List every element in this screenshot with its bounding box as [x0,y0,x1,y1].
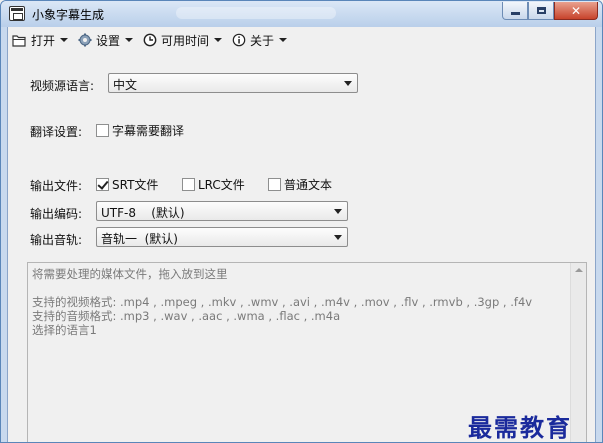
main-panel: 打开 设置 可用时间 关于 视频源语言: 中文 翻译设置: 字幕需要翻译 输出文… [7,27,596,442]
lrc-file-checkbox[interactable]: LRC文件 [182,176,245,193]
output-track-select[interactable]: 音轨一 (默认) [96,227,348,247]
gear-icon [78,33,92,47]
info-icon [232,33,246,47]
source-language-value: 中文 [113,78,138,92]
srt-file-label: SRT文件 [112,178,159,192]
selected-language-text: 选择的语言1 [32,323,97,337]
chevron-down-icon [344,81,352,86]
chevron-down-icon [279,38,288,42]
media-drop-area[interactable]: 将需要处理的媒体文件，拖入放到这里 支持的视频格式: .mp4 , .mpeg … [27,262,587,442]
drop-hint: 将需要处理的媒体文件，拖入放到这里 [32,267,228,281]
menu-available-time-label: 可用时间 [161,33,210,48]
app-icon [9,6,25,21]
menu-about[interactable]: 关于 [232,32,288,49]
lrc-file-label: LRC文件 [198,178,245,192]
checkbox-box[interactable] [182,178,195,191]
output-encoding-select[interactable]: UTF-8 (默认) [96,201,348,221]
menu-settings-label: 设置 [96,33,121,48]
close-button[interactable]: ✕ [554,2,598,20]
app-window: 小象字幕生成 ✕ 打开 设置 可用时间 关于 视频源语言: 中文 翻译设置: 字… [0,0,603,443]
vertical-scrollbar[interactable] [570,263,586,442]
output-encoding-value: UTF-8 (默认) [101,206,185,220]
window-title: 小象字幕生成 [32,8,105,22]
checkbox-box-checked[interactable] [96,178,109,191]
close-icon: ✕ [570,3,582,18]
output-track-label: 输出音轨: [30,233,83,247]
checkbox-box[interactable] [96,124,109,137]
chevron-down-icon [60,38,69,42]
plain-text-checkbox[interactable]: 普通文本 [268,176,332,193]
title-bar[interactable]: 小象字幕生成 ✕ [1,1,602,27]
scroll-up-icon[interactable] [575,268,583,272]
maximize-icon [536,7,546,14]
source-language-label: 视频源语言: [30,79,95,93]
output-file-label: 输出文件: [30,179,83,193]
menu-open[interactable]: 打开 [12,32,69,49]
translate-subtitles-label: 字幕需要翻译 [112,124,185,138]
maximize-button[interactable] [528,2,554,20]
plain-text-label: 普通文本 [284,178,333,192]
menu-about-label: 关于 [250,33,275,48]
window-controls: ✕ [502,2,598,20]
translate-subtitles-checkbox[interactable]: 字幕需要翻译 [96,122,184,139]
video-formats-text: 支持的视频格式: .mp4 , .mpeg , .mkv , .wmv , .a… [32,295,533,309]
chevron-down-icon [125,38,134,42]
blurred-title-info [176,7,336,19]
menu-available-time[interactable]: 可用时间 [143,32,223,49]
audio-formats-text: 支持的音频格式: .mp3 , .wav , .aac , .wma , .fl… [32,309,341,323]
clock-icon [143,33,157,47]
output-encoding-label: 输出编码: [30,207,83,221]
folder-icon [12,34,26,47]
menu-open-label: 打开 [31,33,56,48]
output-track-value: 音轨一 (默认) [101,232,178,246]
menu-settings[interactable]: 设置 [78,32,134,49]
menu-bar: 打开 设置 可用时间 关于 [8,27,595,53]
translation-label: 翻译设置: [30,125,83,139]
chevron-down-icon [334,209,342,214]
watermark-text: 最需教育 [468,413,572,442]
minimize-icon [510,12,520,15]
chevron-down-icon [214,38,223,42]
chevron-down-icon [334,235,342,240]
source-language-select[interactable]: 中文 [108,73,358,93]
minimize-button[interactable] [502,2,528,20]
srt-file-checkbox[interactable]: SRT文件 [96,176,158,193]
checkbox-box[interactable] [268,178,281,191]
